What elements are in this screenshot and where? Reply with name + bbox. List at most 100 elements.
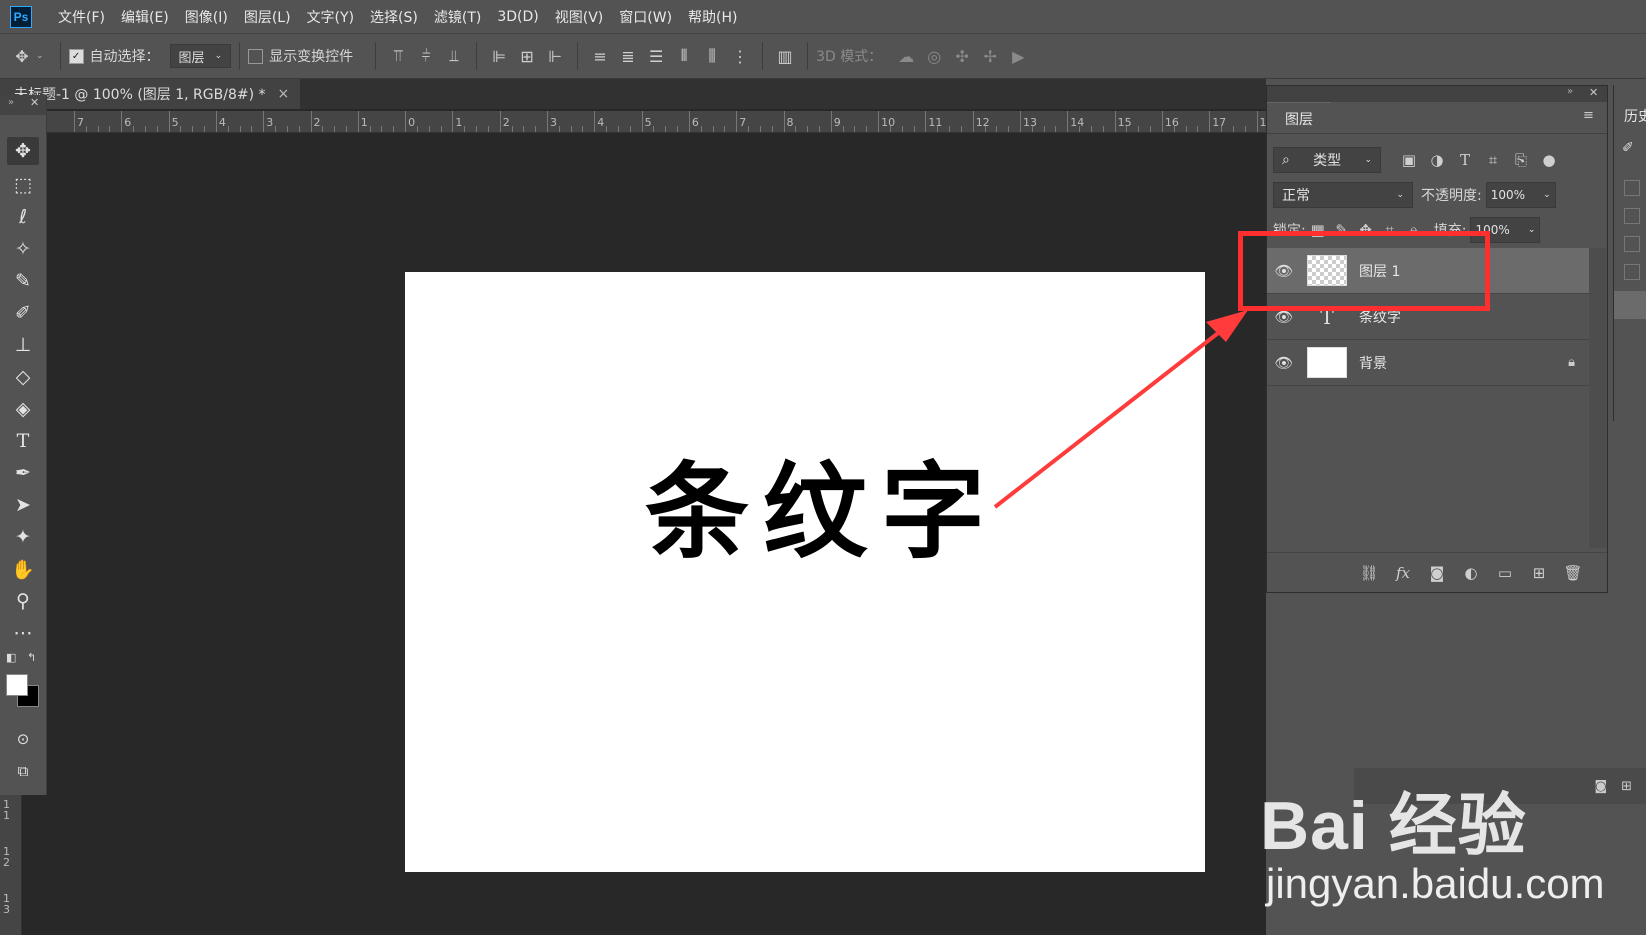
menu-layer[interactable]: 图层(L) (236, 7, 299, 27)
collapse-icon[interactable]: » (1567, 86, 1573, 97)
divider (762, 42, 764, 70)
new-group-folder-icon[interactable]: ▭ (1491, 564, 1519, 582)
chevron-down-icon[interactable]: ⌄ (36, 51, 44, 61)
blend-mode-dropdown[interactable]: 正常 ⌄ (1273, 182, 1413, 208)
history-step[interactable] (1624, 236, 1640, 252)
menu-select[interactable]: 选择(S) (362, 7, 426, 27)
foreground-color-swatch[interactable] (6, 674, 28, 696)
menu-image[interactable]: 图像(I) (177, 7, 236, 27)
filter-type-icon[interactable]: T (1451, 151, 1479, 169)
history-step-selected[interactable] (1614, 291, 1646, 319)
menu-window[interactable]: 窗口(W) (611, 7, 680, 27)
stamp-tool-icon[interactable]: ⊥ (7, 331, 39, 359)
auto-select-checkbox[interactable]: ✓ (68, 48, 84, 64)
align-right-icon[interactable]: ⊩ (541, 42, 569, 70)
scale-3d-icon[interactable]: ▶ (1004, 42, 1032, 70)
lasso-tool-icon[interactable]: ℓ (7, 203, 39, 231)
align-hcenter-icon[interactable]: ⊞ (513, 42, 541, 70)
filter-adjustment-icon[interactable]: ◑ (1423, 151, 1451, 169)
align-left-icon[interactable]: ⊫ (485, 42, 513, 70)
orbit-3d-icon[interactable]: ☁ (892, 42, 920, 70)
quick-mask-icon[interactable]: ⊙ (7, 725, 39, 753)
ruler-label: 16 (1164, 116, 1179, 129)
distribute-top-icon[interactable]: ≡ (586, 42, 614, 70)
close-icon[interactable]: ✕ (30, 96, 39, 109)
magic-wand-tool-icon[interactable]: ✧ (7, 235, 39, 263)
move-tool-icon[interactable]: ✥ (7, 137, 39, 165)
shape-tool-icon[interactable]: ✦ (7, 523, 39, 551)
ruler-minor-tick (677, 126, 679, 132)
collapse-icon[interactable]: » (8, 97, 14, 108)
close-icon[interactable]: × (278, 86, 290, 102)
pan-3d-icon[interactable]: ✣ (948, 42, 976, 70)
divider (577, 42, 579, 70)
distribute-bottom-icon[interactable]: ☰ (642, 42, 670, 70)
new-layer-icon[interactable]: ⊞ (1525, 564, 1553, 582)
layers-scrollbar[interactable] (1589, 248, 1607, 548)
brush-tool-icon[interactable]: ✐ (7, 299, 39, 327)
show-transform-checkbox[interactable] (248, 48, 264, 64)
menu-view[interactable]: 视图(V) (547, 7, 612, 27)
ruler-minor-tick (334, 126, 336, 132)
pen-tool-icon[interactable]: ✒ (7, 459, 39, 487)
filter-smart-object-icon[interactable]: ⎘ (1507, 151, 1535, 169)
filter-toggle-icon[interactable]: ● (1535, 151, 1563, 169)
menu-filter[interactable]: 滤镜(T) (426, 7, 489, 27)
filter-type-dropdown[interactable]: ⌕ 类型 ⌄ (1273, 147, 1381, 173)
eraser-tool-icon[interactable]: ◇ (7, 363, 39, 391)
distribute-right-icon[interactable]: ⋮ (726, 42, 754, 70)
move-tool-preset-icon[interactable]: ✥ (8, 42, 36, 70)
align-top-icon[interactable]: ⫪ (384, 42, 412, 70)
zoom-tool-icon[interactable]: ⚲ (7, 587, 39, 615)
ruler-tick (263, 111, 265, 132)
baidu-jingyan-watermark: Bai 经验 jingyan.baidu.com (1260, 770, 1646, 930)
type-tool-icon[interactable]: T (7, 427, 39, 455)
ruler-label: 15 (1117, 116, 1132, 129)
ruler-label: 1 3 (3, 892, 10, 916)
filter-shape-icon[interactable]: ⌗ (1479, 151, 1507, 169)
eyedropper-tool-icon[interactable]: ✎ (7, 267, 39, 295)
layer-row-background[interactable]: 👁︎ 背景 🔒︎ (1267, 340, 1589, 386)
visibility-eye-icon[interactable]: 👁︎ (1267, 354, 1301, 372)
path-selection-tool-icon[interactable]: ➤ (7, 491, 39, 519)
align-vcenter-icon[interactable]: ⫩ (412, 42, 440, 70)
menu-help[interactable]: 帮助(H) (680, 7, 745, 27)
panel-menu-icon[interactable]: ≡ (1583, 108, 1594, 123)
align-bottom-icon[interactable]: ⫫ (440, 42, 468, 70)
add-mask-icon[interactable]: ◙ (1423, 564, 1451, 582)
auto-align-icon[interactable]: ▥ (771, 42, 799, 70)
menu-3d[interactable]: 3D(D) (489, 9, 546, 25)
opacity-field[interactable]: 100% ⌄ (1485, 182, 1556, 208)
menu-edit[interactable]: 编辑(E) (113, 7, 177, 27)
brush-history-icon[interactable]: ✐ (1622, 140, 1634, 156)
link-layers-icon[interactable]: ⛓︎ (1355, 564, 1383, 582)
menu-type[interactable]: 文字(Y) (299, 7, 362, 27)
history-step[interactable] (1624, 180, 1640, 196)
distribute-vcenter-icon[interactable]: ≣ (614, 42, 642, 70)
hand-tool-icon[interactable]: ✋ (7, 555, 39, 583)
menu-file[interactable]: 文件(F) (50, 7, 113, 27)
adjustment-layer-icon[interactable]: ◐ (1457, 564, 1485, 582)
distribute-left-icon[interactable]: ⫴ (670, 42, 698, 70)
delete-layer-trash-icon[interactable]: 🗑︎ (1559, 564, 1587, 582)
close-icon[interactable]: ✕ (1589, 86, 1598, 99)
more-tools-icon[interactable]: ⋯ (7, 619, 39, 647)
tab-layers[interactable]: 图层 (1267, 102, 1331, 134)
swap-colors-icon[interactable]: ↰ (27, 651, 36, 664)
document-canvas[interactable]: 条纹字 (405, 272, 1205, 872)
distribute-hcenter-icon[interactable]: ⫼ (698, 42, 726, 70)
marquee-tool-icon[interactable]: ⬚ (7, 171, 39, 199)
default-colors-icon[interactable]: ◧ (6, 651, 16, 664)
screen-mode-icon[interactable]: ⧉ (7, 757, 39, 785)
history-step[interactable] (1624, 208, 1640, 224)
layer-name[interactable]: 背景 (1359, 353, 1387, 373)
roll-3d-icon[interactable]: ◎ (920, 42, 948, 70)
layer-style-fx-icon[interactable]: fx (1389, 564, 1417, 582)
slide-3d-icon[interactable]: ✢ (976, 42, 1004, 70)
paint-bucket-tool-icon[interactable]: ◈ (7, 395, 39, 423)
auto-select-target-dropdown[interactable]: 图层 ⌄ (169, 44, 232, 68)
history-step[interactable] (1624, 264, 1640, 280)
auto-select-label: 自动选择： (89, 49, 160, 65)
tab-history[interactable]: 历史 (1624, 101, 1646, 131)
filter-pixel-icon[interactable]: ▣ (1395, 151, 1423, 169)
